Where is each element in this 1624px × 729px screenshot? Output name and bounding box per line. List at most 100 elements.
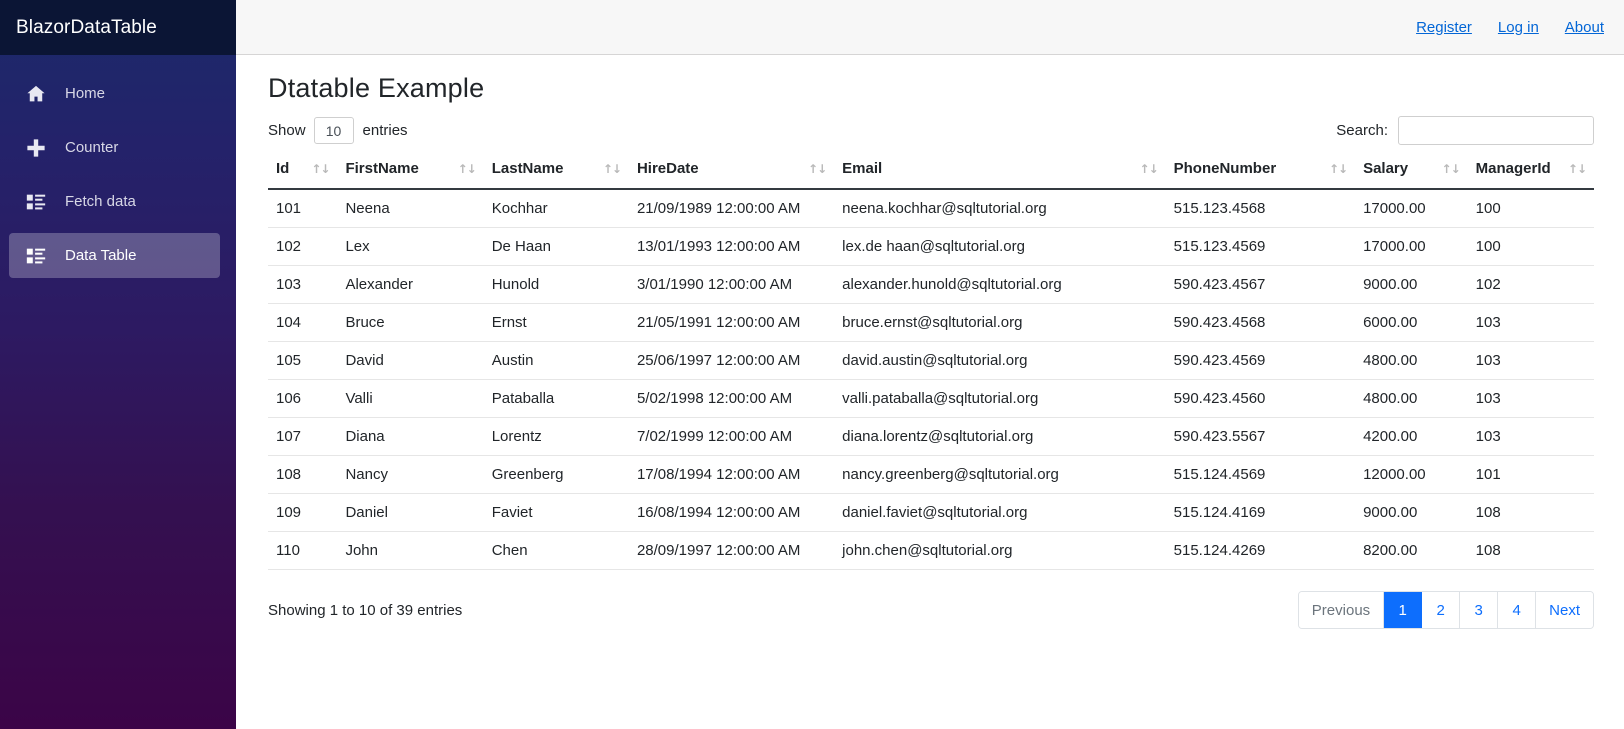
cell-lastname: Hunold [483, 265, 629, 304]
table-row: 102 Lex De Haan 13/01/1993 12:00:00 AM l… [268, 227, 1594, 266]
cell-id: 102 [268, 227, 338, 266]
brand-title: BlazorDataTable [16, 16, 157, 38]
cell-lastname: Pataballa [483, 379, 629, 418]
sidebar-item-home[interactable]: Home [9, 71, 220, 116]
sidebar: BlazorDataTable Home Counter Fetch data … [0, 0, 236, 729]
sort-updown-icon[interactable]: ↑↓ [458, 163, 477, 175]
cell-email: daniel.faviet@sqltutorial.org [834, 493, 1166, 532]
brand-bar: BlazorDataTable [0, 0, 236, 55]
cell-email: diana.lorentz@sqltutorial.org [834, 417, 1166, 456]
cell-phonenumber: 515.123.4569 [1165, 227, 1356, 266]
cell-salary: 8200.00 [1355, 531, 1468, 570]
column-header-label: HireDate [636, 160, 699, 177]
sort-updown-icon[interactable]: ↑↓ [311, 163, 330, 175]
column-header-label: FirstName [345, 160, 419, 177]
cell-managerid: 103 [1467, 379, 1594, 418]
cell-email: alexander.hunold@sqltutorial.org [834, 265, 1166, 304]
cell-phonenumber: 590.423.4569 [1165, 341, 1356, 380]
login-link[interactable]: Log in [1498, 19, 1539, 36]
table-head: Id ↑↓ FirstName ↑↓ LastName ↑↓ HireDate … [268, 154, 1594, 190]
entries-input[interactable] [313, 117, 354, 144]
pagination-page-3[interactable]: 3 [1460, 592, 1499, 628]
entries-length-control: Show entries [268, 117, 408, 144]
sidebar-item-label: Home [65, 85, 106, 102]
table-body: 101 Neena Kochhar 21/09/1989 12:00:00 AM… [268, 189, 1594, 570]
cell-managerid: 103 [1467, 303, 1594, 342]
cell-firstname: John [337, 531, 484, 570]
pagination-previous[interactable]: Previous [1298, 592, 1385, 628]
cell-hiredate: 7/02/1999 12:00:00 AM [628, 417, 835, 456]
cell-salary: 4200.00 [1355, 417, 1468, 456]
sort-updown-icon[interactable]: ↑↓ [1442, 163, 1461, 175]
cell-lastname: Greenberg [483, 455, 629, 494]
cell-id: 101 [268, 189, 338, 228]
main-content: Dtatable Example Show entries Search: [236, 55, 1624, 729]
cell-phonenumber: 590.423.4568 [1165, 303, 1356, 342]
cell-phonenumber: 590.423.5567 [1165, 417, 1356, 456]
column-header-label: Id [276, 160, 290, 177]
about-link[interactable]: About [1565, 19, 1604, 36]
table-row: 108 Nancy Greenberg 17/08/1994 12:00:00 … [268, 455, 1594, 494]
cell-managerid: 101 [1467, 455, 1594, 494]
cell-hiredate: 13/01/1993 12:00:00 AM [628, 227, 835, 266]
sidebar-item-data-table[interactable]: Data Table [9, 233, 220, 278]
pagination-page-4[interactable]: 4 [1498, 592, 1537, 628]
column-header-phonenumber[interactable]: PhoneNumber ↑↓ [1165, 154, 1356, 190]
cell-id: 110 [268, 531, 338, 570]
cell-managerid: 103 [1467, 341, 1594, 380]
search-input[interactable] [1398, 116, 1594, 145]
sidebar-item-counter[interactable]: Counter [9, 125, 220, 170]
column-header-label: Email [842, 160, 883, 177]
column-header-firstname[interactable]: FirstName ↑↓ [337, 154, 484, 190]
cell-lastname: Austin [483, 341, 629, 380]
cell-salary: 9000.00 [1355, 493, 1468, 532]
pagination-page-2[interactable]: 2 [1422, 592, 1461, 628]
showing-entries-info: Showing 1 to 10 of 39 entries [268, 601, 463, 619]
sort-updown-icon[interactable]: ↑↓ [1140, 163, 1159, 175]
cell-salary: 4800.00 [1355, 341, 1468, 380]
column-header-salary[interactable]: Salary ↑↓ [1355, 154, 1468, 190]
page-title: Dtatable Example [268, 73, 485, 103]
cell-id: 107 [268, 417, 338, 456]
cell-hiredate: 5/02/1998 12:00:00 AM [628, 379, 835, 418]
column-header-label: PhoneNumber [1173, 160, 1277, 177]
cell-lastname: Chen [483, 531, 629, 570]
sidebar-item-fetch-data[interactable]: Fetch data [9, 179, 220, 224]
cell-hiredate: 21/09/1989 12:00:00 AM [628, 189, 835, 228]
app-root: BlazorDataTable Home Counter Fetch data … [0, 0, 1624, 729]
cell-managerid: 103 [1467, 417, 1594, 456]
register-link[interactable]: Register [1416, 19, 1472, 36]
table-row: 104 Bruce Ernst 21/05/1991 12:00:00 AM b… [268, 303, 1594, 342]
column-header-label: Salary [1363, 160, 1409, 177]
cell-firstname: Bruce [337, 303, 484, 342]
cell-salary: 17000.00 [1355, 227, 1468, 266]
cell-email: david.austin@sqltutorial.org [834, 341, 1166, 380]
cell-hiredate: 16/08/1994 12:00:00 AM [628, 493, 835, 532]
sort-updown-icon[interactable]: ↑↓ [808, 163, 827, 175]
sort-updown-icon[interactable]: ↑↓ [1329, 163, 1348, 175]
cell-firstname: Daniel [337, 493, 484, 532]
column-header-hiredate[interactable]: HireDate ↑↓ [628, 154, 835, 190]
cell-salary: 9000.00 [1355, 265, 1468, 304]
pagination-page-1[interactable]: 1 [1384, 592, 1423, 628]
cell-email: neena.kochhar@sqltutorial.org [834, 189, 1166, 228]
sort-updown-icon[interactable]: ↑↓ [603, 163, 622, 175]
cell-lastname: Faviet [483, 493, 629, 532]
cell-phonenumber: 590.423.4560 [1165, 379, 1356, 418]
cell-lastname: Kochhar [483, 189, 629, 228]
cell-phonenumber: 515.124.4169 [1165, 493, 1356, 532]
topbar: Register Log in About [236, 0, 1624, 55]
sort-updown-icon[interactable]: ↑↓ [1568, 163, 1587, 175]
cell-hiredate: 28/09/1997 12:00:00 AM [628, 531, 835, 570]
data-table: Id ↑↓ FirstName ↑↓ LastName ↑↓ HireDate … [268, 154, 1594, 570]
table-footer: Showing 1 to 10 of 39 entries Previous 1… [268, 591, 1594, 629]
cell-email: valli.pataballa@sqltutorial.org [834, 379, 1166, 418]
cell-id: 105 [268, 341, 338, 380]
cell-lastname: Ernst [483, 303, 629, 342]
column-header-id[interactable]: Id ↑↓ [268, 154, 338, 190]
column-header-managerid[interactable]: ManagerId ↑↓ [1467, 154, 1594, 190]
pagination-next[interactable]: Next [1536, 592, 1593, 628]
column-header-email[interactable]: Email ↑↓ [834, 154, 1166, 190]
cell-managerid: 100 [1467, 227, 1594, 266]
column-header-lastname[interactable]: LastName ↑↓ [483, 154, 629, 190]
